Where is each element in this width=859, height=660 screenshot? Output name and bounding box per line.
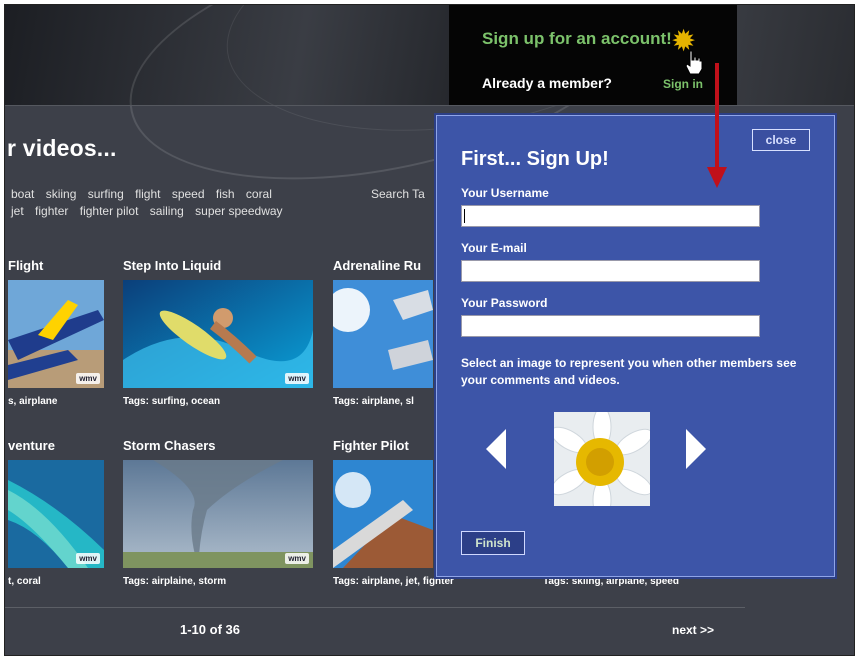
avatar-image [554,412,650,506]
left-arrow-icon[interactable] [486,429,506,469]
video-tags: Tags: surfing, ocean [123,396,221,407]
video-card[interactable]: Storm Chasers wmv Tags: airplaine, storm [123,438,315,587]
email-field[interactable] [461,260,760,282]
tag-link[interactable]: boat [11,187,34,201]
reef-image [8,460,104,568]
video-thumbnail[interactable]: wmv [123,280,313,388]
video-tags: s, airplane [8,396,58,407]
text-caret [464,209,465,223]
video-title[interactable]: Step Into Liquid [123,258,315,273]
section-title: r videos... [7,135,117,161]
already-member-label: Already a member? [482,75,612,91]
video-thumbnail[interactable]: wmv [8,460,104,568]
username-field[interactable] [461,205,760,227]
tag-link[interactable]: skiing [46,187,77,201]
tag-link[interactable]: fish [216,187,235,201]
tag-link[interactable]: surfing [88,187,124,201]
wmv-badge: wmv [285,373,309,384]
daisy-image [554,412,650,506]
hand-cursor-icon [685,50,703,75]
email-label: Your E-mail [461,241,527,255]
skydive-image [333,280,433,388]
tag-link[interactable]: super speedway [195,204,282,218]
wmv-badge: wmv [76,553,100,564]
tag-link[interactable]: fighter [35,204,68,218]
tag-link[interactable]: coral [246,187,272,201]
search-tags-label: Search Ta [371,187,425,201]
video-title[interactable]: Storm Chasers [123,438,315,453]
finish-button[interactable]: Finish [461,531,525,555]
video-thumbnail[interactable]: wmv [123,460,313,568]
jet-image [8,280,104,388]
tag-cloud-row-2: jet fighter fighter pilot sailing super … [11,204,291,218]
tag-cloud-row-1: boat skiing surfing flight speed fish co… [11,187,280,201]
dialog-title: First... Sign Up! [461,148,609,170]
next-page-link[interactable]: next >> [672,623,714,637]
red-arrow-icon [707,63,727,188]
signin-link[interactable]: Sign in [663,77,703,91]
video-thumbnail[interactable] [333,280,433,388]
surfing-image [123,280,313,388]
tag-link[interactable]: speed [172,187,205,201]
video-tags: t, coral [8,576,41,587]
tag-link[interactable]: fighter pilot [80,204,139,218]
video-thumbnail[interactable]: wmv [8,280,104,388]
tornado-image [123,460,313,568]
password-label: Your Password [461,296,548,310]
username-label: Your Username [461,186,549,200]
page-frame: Sign up for an account! Already a member… [4,4,855,656]
video-tags: Tags: airplaine, storm [123,576,227,587]
pagination-range: 1-10 of 36 [180,622,240,637]
video-tags: Tags: airplane, sl [333,396,414,407]
pager-divider [5,607,745,608]
password-field[interactable] [461,315,760,337]
avatar-instructions: Select an image to represent you when ot… [461,356,797,387]
signup-dialog: close First... Sign Up! Your Username Yo… [434,113,837,579]
close-button[interactable]: close [752,129,810,151]
video-thumbnail[interactable] [333,460,433,568]
video-card[interactable]: Step Into Liquid wmv Tags: surfing, ocea… [123,258,315,407]
tag-link[interactable]: flight [135,187,160,201]
wmv-badge: wmv [285,553,309,564]
tag-link[interactable]: sailing [150,204,184,218]
wmv-badge: wmv [76,373,100,384]
signup-link[interactable]: Sign up for an account! [482,29,672,49]
account-panel: Sign up for an account! Already a member… [449,5,737,105]
pilot-image [333,460,433,568]
right-arrow-icon[interactable] [686,429,706,469]
tag-link[interactable]: jet [11,204,24,218]
